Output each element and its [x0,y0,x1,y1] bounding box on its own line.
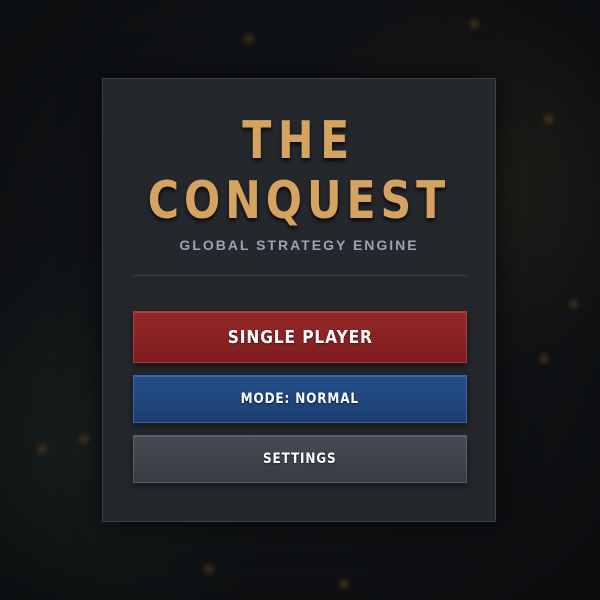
title-divider [133,275,467,276]
map-light [38,445,46,453]
settings-label: SETTINGS [263,451,337,467]
map-light [245,35,253,43]
mode-label: MODE: NORMAL [240,391,360,407]
single-player-label: SINGLE PLAYER [227,326,373,348]
map-light [540,355,548,363]
map-light [340,580,348,588]
settings-button[interactable]: SETTINGS [133,435,467,483]
map-light [470,20,478,28]
map-light [80,435,88,443]
game-title-line-2: CONQUEST [147,171,451,231]
game-title-line-1: THE [242,111,356,171]
map-light [545,115,553,123]
map-light [570,300,578,308]
game-subtitle: GLOBAL STRATEGY ENGINE [179,237,419,253]
map-light [205,565,213,573]
single-player-button[interactable]: SINGLE PLAYER [133,311,467,363]
main-menu-panel: THE CONQUEST GLOBAL STRATEGY ENGINE SING… [102,78,496,522]
mode-toggle-button[interactable]: MODE: NORMAL [133,375,467,423]
